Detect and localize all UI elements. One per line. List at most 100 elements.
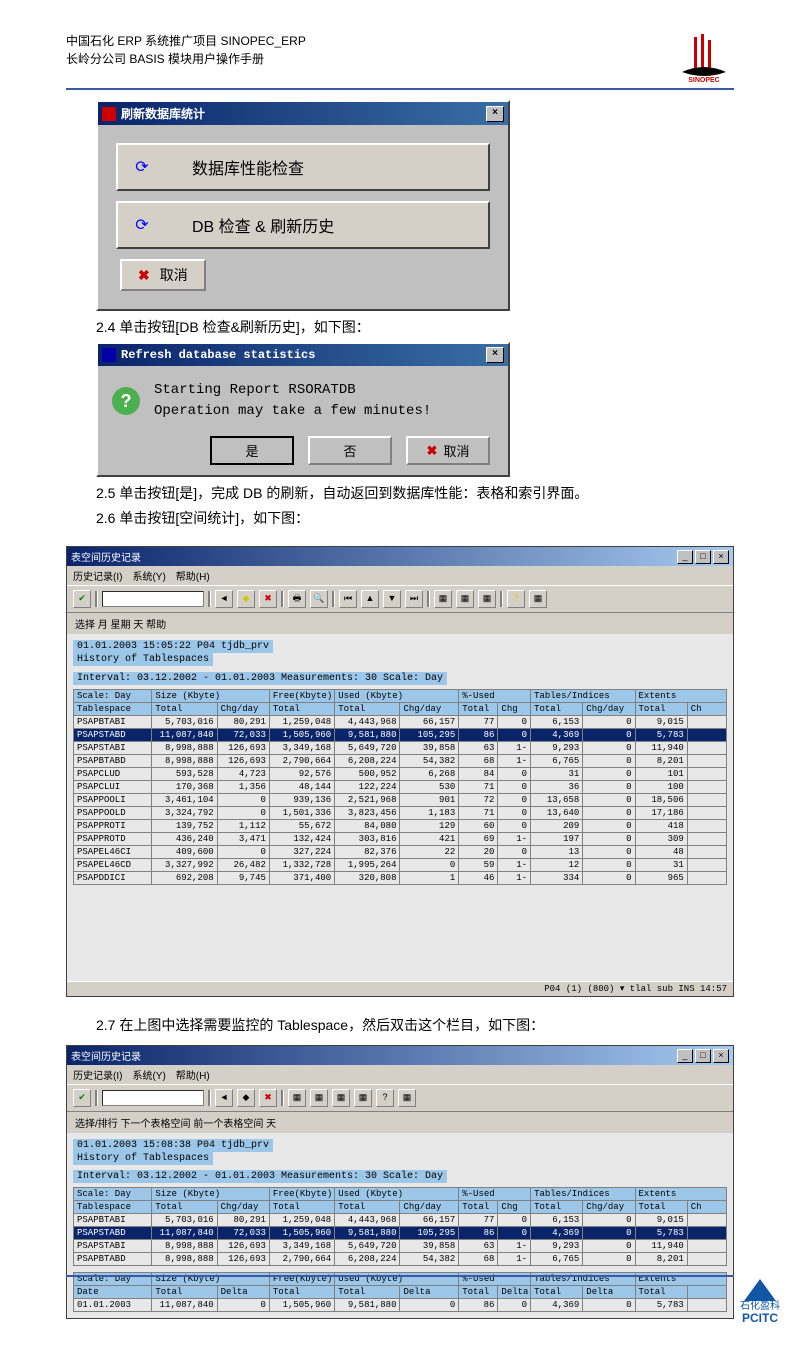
table-row[interactable]: PSAPCLUI170,3681,35648,144122,2245307103… xyxy=(74,781,727,794)
page-first-icon[interactable]: ⏮ xyxy=(339,590,357,608)
dialog-confirm: Refresh database statistics × ? Starting… xyxy=(96,342,510,477)
msg-line2: Operation may take a few minutes! xyxy=(154,401,431,422)
step-2-6: 2.6 单击按钮[空间统计]，如下图： xyxy=(96,508,734,528)
menubar[interactable]: 历史记录(I)系统(Y)帮助(H) xyxy=(67,1065,733,1084)
table-row[interactable]: PSAPBTABD8,998,888126,6932,790,6646,208,… xyxy=(74,755,727,768)
info-header: 01.01.2003 15:05:22 P04 tjdb_prv xyxy=(73,640,273,653)
info-header: History of Tablespaces xyxy=(73,653,213,666)
refresh-icon: ⟳ xyxy=(132,157,152,177)
page-last-icon[interactable]: ⏭ xyxy=(405,590,423,608)
window-icon xyxy=(102,348,116,362)
table-row[interactable]: PSAPSTABD11,087,84072,0331,505,9609,581,… xyxy=(74,729,727,742)
header-divider xyxy=(66,88,734,90)
tablespace-table: Scale: Day Size (Kbyte) Free(Kbyte) Used… xyxy=(73,689,727,885)
step-2-4: 2.4 单击按钮[DB 检查&刷新历史]，如下图： xyxy=(96,317,734,337)
table-row[interactable]: PSAPSTABI8,998,888126,6933,349,1685,649,… xyxy=(74,1240,727,1253)
maximize-icon[interactable]: □ xyxy=(695,1049,711,1063)
table-row[interactable]: PSAPPOOLI3,461,1040939,1362,521,96890172… xyxy=(74,794,727,807)
menubar[interactable]: 历史记录(I)系统(Y)帮助(H) xyxy=(67,566,733,585)
interval-line: Interval: 03.12.2002 - 01.01.2003 Measur… xyxy=(73,672,447,685)
find-icon[interactable]: 🔍 xyxy=(310,590,328,608)
print-icon[interactable]: 🖶 xyxy=(288,590,306,608)
window-icon xyxy=(102,107,116,121)
x-icon: ✖ xyxy=(138,267,150,284)
tool-icon[interactable]: ▦ xyxy=(354,1089,372,1107)
step-2-5: 2.5 单击按钮[是]，完成 DB 的刷新，自动返回到数据库性能：表格和索引界面… xyxy=(96,483,734,503)
window-title: 表空间历史记录 xyxy=(71,549,141,564)
toolbar: ✔ ◄ ◆ ✖ ▦ ▦ ▦ ▦ ? ▦ xyxy=(67,1084,733,1111)
subtoolbar: 选择/排行 下一个表格空间 前一个表格空间 天 xyxy=(67,1111,733,1133)
table-row[interactable]: PSAPEL46CD3,327,99226,4821,332,7281,995,… xyxy=(74,859,727,872)
header-line2: 长岭分公司 BASIS 模块用户操作手册 xyxy=(66,50,306,68)
table-row[interactable]: PSAPPROTD436,2403,471132,424303,81642169… xyxy=(74,833,727,846)
tablespace-table: Scale: Day Size (Kbyte) Free(Kbyte) Used… xyxy=(73,1187,727,1266)
pcitc-logo: 石化盈科 PCITC xyxy=(740,1279,780,1325)
toolbar: ✔ ◄ ◆ ✖ 🖶 🔍 ⏮ ▲ ▼ ⏭ ▦ ▦ ▦ ? ▦ xyxy=(67,585,733,612)
detail-table: Scale: Day Size (Kbyte) Free(Kbyte) Used… xyxy=(73,1272,727,1312)
tool-icon[interactable]: ▦ xyxy=(288,1089,306,1107)
sinopec-logo: SINOPEC xyxy=(674,32,734,82)
minimize-icon[interactable]: _ xyxy=(677,1049,693,1063)
table-row[interactable]: PSAPDDICI692,2089,745371,400320,8081461-… xyxy=(74,872,727,885)
exit-icon[interactable]: ◆ xyxy=(237,1089,255,1107)
cancel-button[interactable]: ✖ 取消 xyxy=(406,436,490,465)
table-row[interactable]: PSAPBTABI5,703,01680,2911,259,0484,443,9… xyxy=(74,1214,727,1227)
tool-icon[interactable]: ▦ xyxy=(310,1089,328,1107)
table-row[interactable]: PSAPSTABI8,998,888126,6933,349,1685,649,… xyxy=(74,742,727,755)
db-perf-check-button[interactable]: ⟳ 数据库性能检查 xyxy=(116,143,490,191)
tool-icon[interactable]: ▦ xyxy=(456,590,474,608)
check-icon[interactable]: ✔ xyxy=(73,590,91,608)
statusbar: P04 (1) (800) ▾ tlal sub INS 14:57 xyxy=(67,981,733,996)
subtoolbar: 选择 月 星期 天 帮助 xyxy=(67,612,733,634)
close-icon[interactable]: × xyxy=(486,347,504,363)
dialog2-title: Refresh database statistics xyxy=(121,348,315,362)
check-icon[interactable]: ✔ xyxy=(73,1089,91,1107)
refresh-icon: ⟳ xyxy=(132,215,152,235)
header-line1: 中国石化 ERP 系统推广项目 SINOPEC_ERP xyxy=(66,32,306,50)
table-row[interactable]: PSAPBTABI5,703,01680,2911,259,0484,443,9… xyxy=(74,716,727,729)
close-icon[interactable]: × xyxy=(713,1049,729,1063)
x-icon: ✖ xyxy=(427,443,438,459)
cancel-icon[interactable]: ✖ xyxy=(259,590,277,608)
page-up-icon[interactable]: ▲ xyxy=(361,590,379,608)
command-input[interactable] xyxy=(102,591,204,607)
step-2-7: 2.7 在上图中选择需要监控的 Tablespace，然后双击这个栏目，如下图： xyxy=(96,1015,734,1035)
tool-icon[interactable]: ▦ xyxy=(332,1089,350,1107)
tool-icon[interactable]: ▦ xyxy=(398,1089,416,1107)
help-icon[interactable]: ? xyxy=(507,590,525,608)
minimize-icon[interactable]: _ xyxy=(677,550,693,564)
tool-icon[interactable]: ▦ xyxy=(434,590,452,608)
msg-line1: Starting Report RSORATDB xyxy=(154,380,431,401)
db-check-refresh-history-button[interactable]: ⟳ DB 检查 & 刷新历史 xyxy=(116,201,490,249)
page-down-icon[interactable]: ▼ xyxy=(383,590,401,608)
window-title: 表空间历史记录 xyxy=(71,1048,141,1063)
table-row[interactable]: PSAPEL46CI409,6000327,22482,376222001304… xyxy=(74,846,727,859)
exit-icon[interactable]: ◆ xyxy=(237,590,255,608)
no-button[interactable]: 否 xyxy=(308,436,392,465)
table-row[interactable]: PSAPPROTI139,7521,11255,67284,0801296002… xyxy=(74,820,727,833)
table-row[interactable]: PSAPBTABD8,998,888126,6932,790,6646,208,… xyxy=(74,1253,727,1266)
dialog-refresh-db: 刷新数据库统计 × ⟳ 数据库性能检查 ⟳ DB 检查 & 刷新历史 ✖ 取消 xyxy=(96,100,510,311)
table-row[interactable]: PSAPCLUD593,5284,72392,576500,9526,26884… xyxy=(74,768,727,781)
footer-divider xyxy=(66,1275,734,1277)
cancel-icon[interactable]: ✖ xyxy=(259,1089,277,1107)
tool-icon[interactable]: ▦ xyxy=(529,590,547,608)
question-icon: ? xyxy=(112,387,140,415)
back-icon[interactable]: ◄ xyxy=(215,590,233,608)
table-row[interactable]: PSAPSTABD11,087,84072,0331,505,9609,581,… xyxy=(74,1227,727,1240)
close-icon[interactable]: × xyxy=(486,106,504,122)
cancel-button[interactable]: ✖ 取消 xyxy=(120,259,206,291)
yes-button[interactable]: 是 xyxy=(210,436,294,465)
svg-text:SINOPEC: SINOPEC xyxy=(688,77,720,82)
table-row[interactable]: PSAPPOOLD3,324,79201,501,3363,823,4561,1… xyxy=(74,807,727,820)
back-icon[interactable]: ◄ xyxy=(215,1089,233,1107)
tool-icon[interactable]: ▦ xyxy=(478,590,496,608)
table-row[interactable]: 01.01.200311,087,84001,505,9609,581,8800… xyxy=(74,1299,727,1312)
tablespace-history-window-2: 表空间历史记录 _ □ × 历史记录(I)系统(Y)帮助(H) ✔ ◄ ◆ ✖ … xyxy=(66,1045,734,1319)
help-icon[interactable]: ? xyxy=(376,1089,394,1107)
command-input[interactable] xyxy=(102,1090,204,1106)
tablespace-history-window: 表空间历史记录 _ □ × 历史记录(I)系统(Y)帮助(H) ✔ ◄ ◆ ✖ … xyxy=(66,546,734,997)
dialog1-title: 刷新数据库统计 xyxy=(121,105,205,122)
close-icon[interactable]: × xyxy=(713,550,729,564)
maximize-icon[interactable]: □ xyxy=(695,550,711,564)
